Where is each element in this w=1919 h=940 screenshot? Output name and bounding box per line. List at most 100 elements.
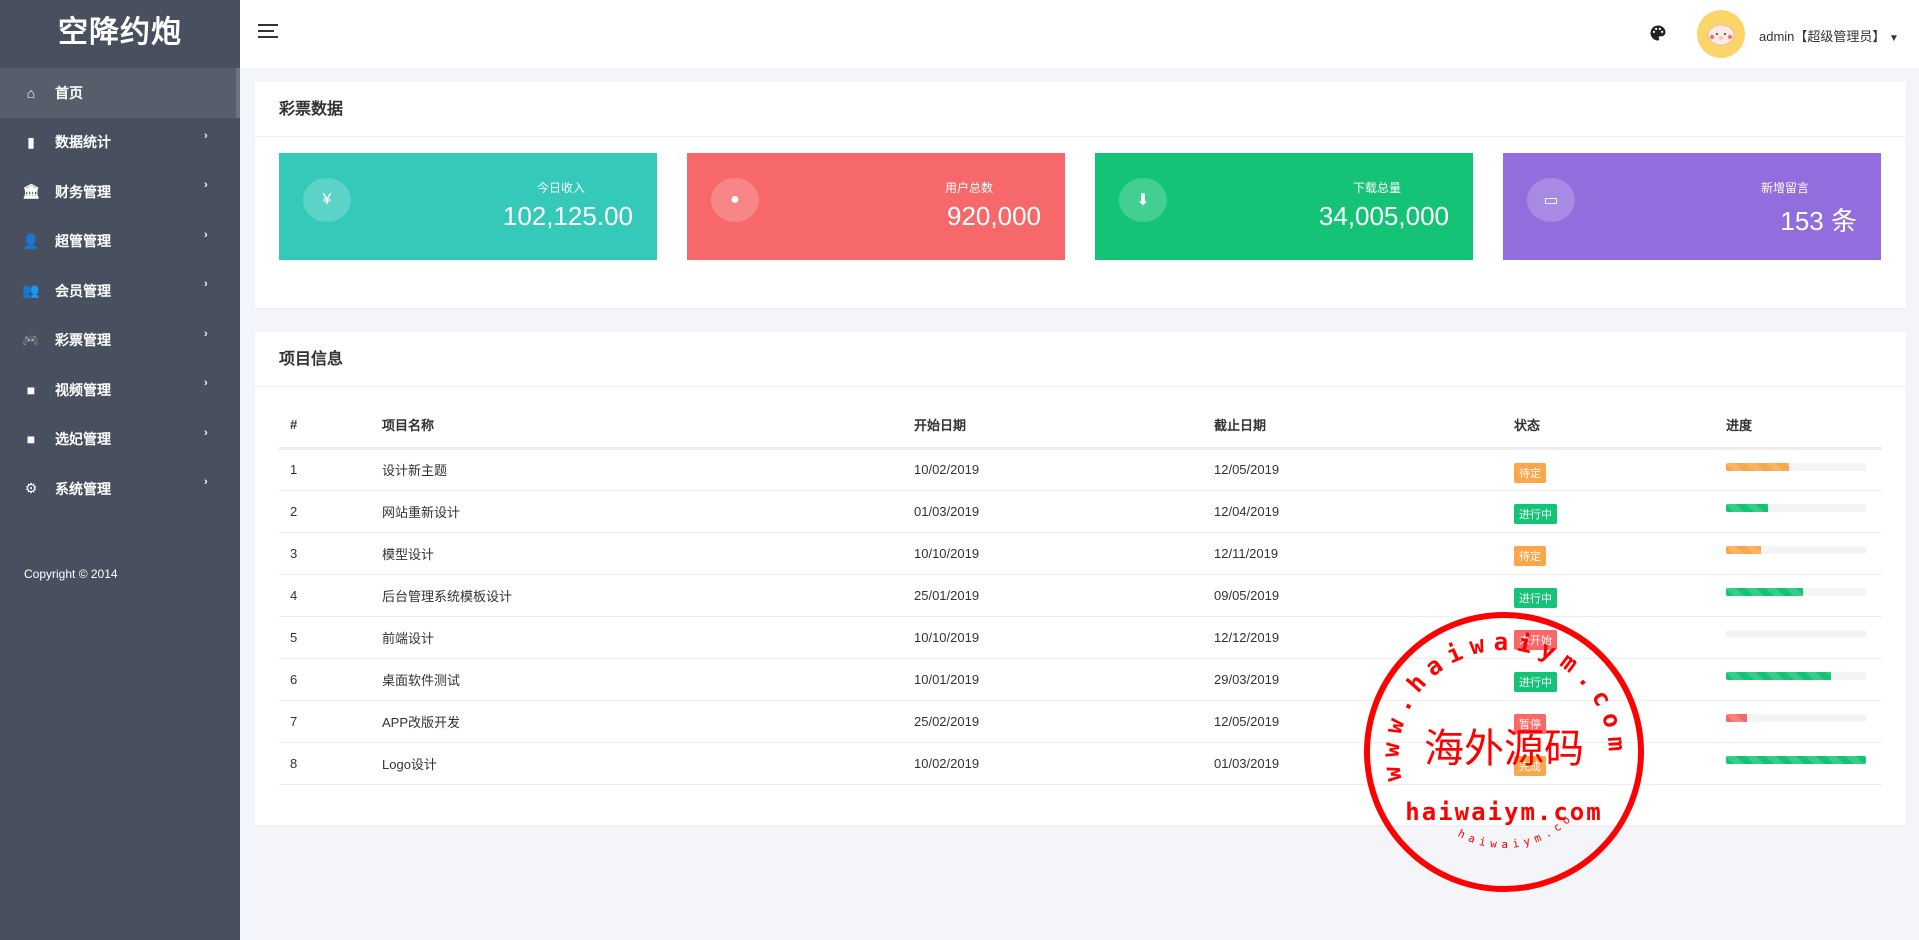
project-name: APP改版开发 (371, 700, 903, 743)
column-header: 进度 (1715, 403, 1882, 450)
column-header: # (279, 403, 371, 450)
stat-value: 34,005,000 (1318, 201, 1449, 231)
project-info-card: 项目信息 # 项目名称 开始日期 截止日期 状态 进度 1 设计新主题 10/02/2019 1… (255, 332, 1906, 825)
row-id: 6 (279, 658, 371, 701)
sidebar-item-label: 超管管理 (55, 233, 111, 250)
hamburger-icon[interactable] (258, 24, 278, 38)
sidebar-item-1[interactable]: ▮ 数据统计 › (0, 118, 240, 168)
chevron-right-icon: › (204, 476, 208, 488)
table-row: 8 Logo设计 10/02/2019 01/03/2019 完成 (279, 742, 1882, 785)
table-row: 7 APP改版开发 25/02/2019 12/05/2019 暂停 (279, 700, 1882, 743)
sidebar-item-3[interactable]: 👤 超管管理 › (0, 217, 240, 267)
sidebar-item-label: 选妃管理 (55, 431, 111, 448)
row-id: 8 (279, 742, 371, 785)
user-menu[interactable]: admin【超级管理员】 ▼ (1759, 26, 1899, 45)
end-date: 12/05/2019 (1203, 700, 1503, 743)
column-header: 状态 (1503, 403, 1715, 450)
sidebar-item-label: 会员管理 (55, 282, 111, 299)
sidebar-item-label: 财务管理 (55, 183, 111, 200)
stat-label: 用户总数 (944, 181, 993, 195)
status-badge: 未开始 (1514, 630, 1557, 650)
start-date: 01/03/2019 (903, 490, 1203, 533)
sidebar-item-label: 首页 (55, 84, 83, 101)
bar-chart-icon: ▮ (27, 133, 35, 150)
progress-fill (1726, 672, 1831, 680)
progress-bar (1726, 546, 1866, 554)
comment-icon: ▭ (1527, 178, 1575, 222)
status-badge: 待定 (1514, 546, 1546, 566)
sidebar-item-label: 系统管理 (55, 480, 111, 497)
stat-value: 102,125.00 (502, 201, 633, 231)
progress-bar (1726, 672, 1866, 680)
yen-icon: ¥ (303, 178, 351, 222)
end-date: 29/03/2019 (1203, 658, 1503, 701)
card-title: 彩票数据 (255, 82, 1906, 137)
chevron-right-icon: › (204, 179, 208, 191)
stat-label: 新增留言 (1760, 181, 1809, 195)
top-header: admin【超级管理员】 ▼ (240, 0, 1919, 68)
user-icon: 👤 (22, 232, 40, 249)
palette-icon[interactable] (1649, 24, 1667, 47)
row-id: 4 (279, 574, 371, 617)
start-date: 10/02/2019 (903, 742, 1203, 785)
caret-down-icon: ▼ (1889, 33, 1899, 44)
card-title: 项目信息 (255, 332, 1906, 387)
sidebar: 空降约炮 ⌂ 首页 ▮ 数据统计 › 🏛 财务管理 › 👤 超管管理 › 👥 会员管理 › 🎮 彩票管理 › ■ 视… (0, 0, 240, 940)
sidebar-item-2[interactable]: 🏛 财务管理 › (0, 167, 240, 217)
lottery-stats-card: 彩票数据 ¥ 今日收入 102,125.00 ● 用户总数 920,000 ⬇ 下载总量 34,… (255, 82, 1906, 308)
progress-bar (1726, 462, 1866, 471)
end-date: 12/12/2019 (1203, 616, 1503, 659)
progress-bar (1726, 630, 1866, 638)
stat-value: 920,000 (947, 201, 1041, 231)
chevron-right-icon: › (204, 129, 208, 142)
sidebar-item-4[interactable]: 👥 会员管理 › (0, 266, 240, 316)
gear-icon: ⚙ (24, 480, 38, 497)
pig-face-icon (1707, 24, 1735, 46)
user-name: admin【超级管理员】 (1759, 29, 1886, 44)
row-id: 1 (279, 448, 371, 491)
video-icon: ■ (26, 431, 36, 448)
progress-fill (1726, 546, 1761, 554)
project-name: 后台管理系统模板设计 (371, 574, 903, 617)
table-row: 2 网站重新设计 01/03/2019 12/04/2019 进行中 (279, 490, 1882, 533)
copyright: Copyright © 2014 (24, 567, 118, 581)
sidebar-item-7[interactable]: ■ 选妃管理 › (0, 415, 240, 465)
video-icon: ■ (26, 381, 36, 398)
sidebar-item-8[interactable]: ⚙ 系统管理 › (0, 464, 240, 514)
status-badge: 暂停 (1514, 714, 1546, 734)
stat-card: ⬇ 下载总量 34,005,000 (1095, 153, 1473, 260)
project-name: 网站重新设计 (371, 490, 903, 533)
download-icon: ⬇ (1119, 178, 1167, 222)
progress-bar (1726, 588, 1866, 596)
progress-fill (1726, 588, 1803, 596)
end-date: 09/05/2019 (1203, 574, 1503, 617)
project-name: 设计新主题 (371, 448, 903, 491)
chevron-right-icon: › (204, 278, 208, 290)
start-date: 10/01/2019 (903, 658, 1203, 701)
progress-fill (1726, 504, 1768, 512)
sidebar-menu: ⌂ 首页 ▮ 数据统计 › 🏛 财务管理 › 👤 超管管理 › 👥 会员管理 › 🎮 彩票管理 › ■ 视频管理 › ■… (0, 68, 240, 514)
stat-value: 153 条 (1780, 206, 1857, 236)
projects-table: # 项目名称 开始日期 截止日期 状态 进度 1 设计新主题 10/02/2019 12/05/… (279, 403, 1882, 785)
stat-label: 今日收入 (536, 181, 585, 195)
stat-card: ▭ 新增留言 153 条 (1503, 153, 1881, 260)
stat-card: ● 用户总数 920,000 (687, 153, 1065, 260)
start-date: 25/01/2019 (903, 574, 1203, 617)
row-id: 7 (279, 700, 371, 743)
avatar[interactable] (1697, 10, 1745, 58)
progress-fill (1726, 462, 1789, 471)
start-date: 25/02/2019 (903, 700, 1203, 743)
sidebar-item-0[interactable]: ⌂ 首页 (0, 68, 240, 118)
project-name: 桌面软件测试 (371, 658, 903, 701)
status-badge: 进行中 (1514, 588, 1557, 608)
sidebar-item-5[interactable]: 🎮 彩票管理 › (0, 316, 240, 366)
chevron-right-icon: › (204, 426, 208, 439)
logo: 空降约炮 (58, 16, 182, 49)
row-id: 2 (279, 490, 371, 533)
users-icon: 👥 (22, 282, 40, 299)
column-header: 开始日期 (903, 403, 1203, 450)
sidebar-item-6[interactable]: ■ 视频管理 › (0, 365, 240, 415)
table-row: 4 后台管理系统模板设计 25/01/2019 09/05/2019 进行中 (279, 574, 1882, 617)
status-badge: 进行中 (1514, 504, 1557, 524)
progress-bar (1726, 756, 1866, 764)
